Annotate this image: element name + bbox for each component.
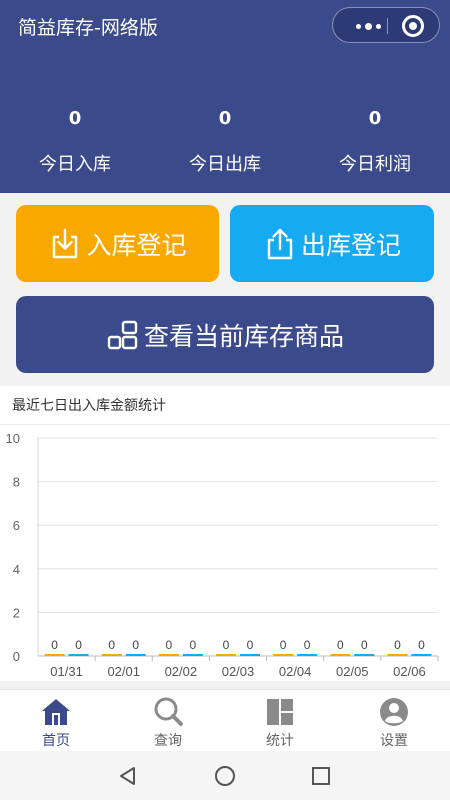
today-stock-out-label: 今日出库: [189, 154, 261, 175]
bar: [125, 654, 146, 656]
bar-data-label: 0: [247, 638, 254, 652]
today-stock-out-stat: 0 今日出库: [150, 108, 300, 176]
tab-stats-label: 统计: [266, 733, 294, 749]
bar: [387, 654, 408, 656]
stock-out-button[interactable]: 出库登记: [230, 205, 434, 282]
bar: [273, 654, 294, 656]
bar-data-label: 0: [361, 638, 368, 652]
x-tick-label: 02/01: [107, 664, 140, 676]
bar-data-label: 0: [51, 638, 58, 652]
bar: [68, 654, 89, 656]
user-icon: [380, 698, 408, 726]
bar-data-label: 0: [166, 638, 173, 652]
x-tick-label: 02/06: [393, 664, 426, 676]
download-tray-icon: [53, 228, 78, 258]
x-tick-label: 02/04: [279, 664, 312, 676]
miniprogram-capsule: [332, 7, 440, 43]
chart-card: 最近七日出入库金额统计 0 2 4 6 8 10 01/31 0 0 02/01 0 0 02/02 0 0…: [0, 386, 450, 681]
y-tick-label: 8: [13, 475, 20, 490]
header: 简益库存-网络版 0 今日入库 0 今日出库 0 今日利润: [0, 0, 450, 193]
bar: [158, 654, 179, 656]
today-stock-out-value: 0: [218, 108, 232, 129]
y-tick-label: 0: [13, 649, 20, 664]
bar: [216, 654, 236, 656]
tab-home[interactable]: 首页: [0, 690, 112, 752]
bar-data-label: 0: [394, 638, 401, 652]
close-miniprogram-icon[interactable]: [402, 15, 424, 37]
bar: [330, 654, 351, 656]
tab-search-label: 查询: [154, 733, 182, 749]
stock-out-label: 出库登记: [300, 230, 401, 260]
view-stock-button[interactable]: 查看当前库存商品: [16, 296, 434, 373]
tab-search[interactable]: 查询: [112, 690, 224, 752]
stock-amount-chart: 0 2 4 6 8 10 01/31 0 0 02/01 0 0 02/02 0 0 02/03 0 0 02/04…: [6, 431, 439, 676]
x-tick-label: 02/03: [222, 664, 255, 676]
bar: [354, 654, 375, 656]
bar: [297, 654, 318, 656]
view-stock-label: 查看当前库存商品: [143, 321, 344, 351]
y-tick-label: 4: [13, 562, 20, 577]
bottom-tab-bar: 首页 查询 统计 设置: [0, 689, 450, 751]
today-profit-stat: 0 今日利润: [300, 108, 450, 176]
bar: [44, 654, 65, 656]
x-tick-label: 02/05: [336, 664, 369, 676]
bar: [240, 654, 260, 656]
bar-data-label: 0: [223, 638, 230, 652]
today-profit-value: 0: [368, 108, 382, 129]
bar-data-label: 0: [75, 638, 82, 652]
y-tick-label: 10: [6, 431, 20, 446]
bar-data-label: 0: [132, 638, 139, 652]
tab-stats[interactable]: 统计: [224, 690, 336, 752]
home-circle-icon[interactable]: [214, 765, 236, 787]
search-icon: [154, 697, 183, 726]
x-tick-label: 01/31: [50, 664, 83, 676]
y-tick-label: 2: [13, 605, 20, 620]
tab-home-label: 首页: [42, 733, 70, 749]
today-stock-in-label: 今日入库: [39, 154, 111, 175]
bar: [101, 654, 122, 656]
stock-in-label: 入库登记: [86, 230, 187, 260]
tab-settings-label: 设置: [380, 733, 408, 749]
chart-divider: [0, 424, 450, 425]
inventory-grid-icon: [107, 320, 138, 349]
chart-title: 最近七日出入库金额统计: [12, 398, 166, 414]
bar: [182, 654, 203, 656]
home-icon: [42, 699, 70, 725]
bar-data-label: 0: [108, 638, 115, 652]
today-stock-in-value: 0: [68, 108, 82, 129]
upload-share-icon: [267, 228, 293, 259]
bar: [411, 654, 432, 656]
capsule-divider: [387, 18, 388, 34]
y-tick-label: 6: [13, 518, 20, 533]
bar-data-label: 0: [418, 638, 425, 652]
bar-data-label: 0: [337, 638, 344, 652]
today-stock-in-stat: 0 今日入库: [0, 108, 150, 176]
bar-data-label: 0: [280, 638, 287, 652]
bar-data-label: 0: [190, 638, 197, 652]
stock-in-button[interactable]: 入库登记: [16, 205, 219, 282]
app-title: 简益库存-网络版: [18, 17, 158, 39]
system-navigation-bar: [0, 751, 450, 800]
recent-apps-icon[interactable]: [311, 766, 331, 786]
more-options-icon[interactable]: [351, 16, 385, 36]
today-profit-label: 今日利润: [339, 154, 411, 175]
x-tick-label: 02/02: [165, 664, 198, 676]
bar-data-label: 0: [304, 638, 311, 652]
back-icon[interactable]: [118, 766, 138, 786]
tab-settings[interactable]: 设置: [338, 690, 450, 752]
stats-icon: [267, 699, 293, 725]
